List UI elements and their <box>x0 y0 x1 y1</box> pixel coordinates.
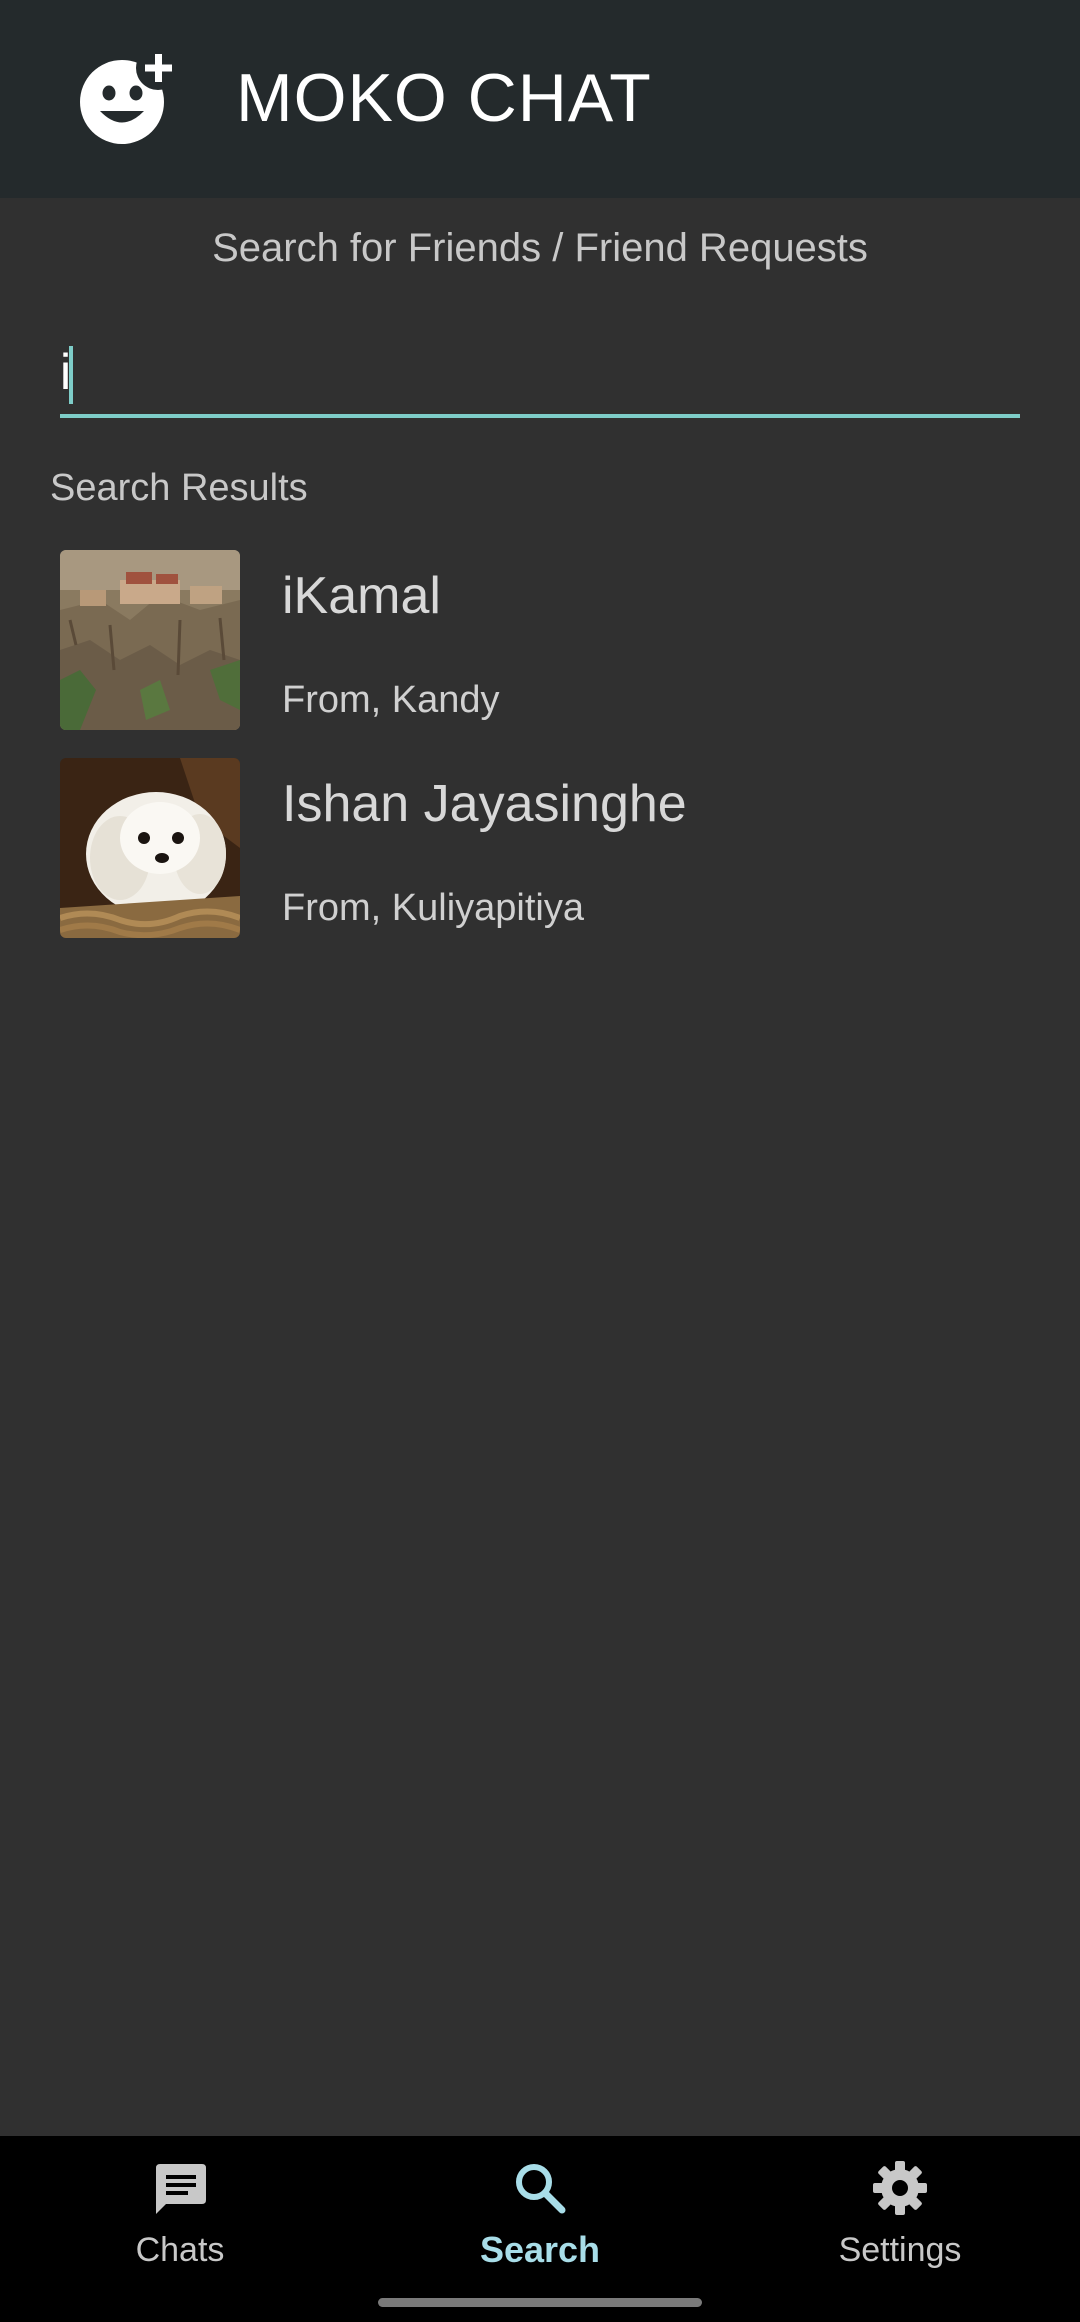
avatar[interactable] <box>60 758 240 938</box>
nav-label-settings: Settings <box>838 2231 962 2269</box>
result-location: From, Kandy <box>282 679 500 721</box>
app-screen: MOKO CHAT Search for Friends / Friend Re… <box>0 0 1080 2322</box>
nav-item-search[interactable]: Search <box>360 2136 720 2306</box>
search-field[interactable] <box>60 330 1020 420</box>
search-result-item[interactable]: iKamal From, Kandy <box>0 548 1080 738</box>
search-result-item[interactable]: Ishan Jayasinghe From, Kuliyapitiya <box>0 756 1080 946</box>
search-results-label: Search Results <box>50 467 308 509</box>
chat-icon <box>156 2164 206 2214</box>
nav-label-chats: Chats <box>135 2231 225 2269</box>
nav-item-chats[interactable]: Chats <box>0 2136 360 2306</box>
search-subtitle: Search for Friends / Friend Requests <box>212 226 868 270</box>
result-location: From, Kuliyapitiya <box>282 887 584 929</box>
search-icon <box>516 2164 566 2214</box>
bottom-navigation: Chats Search Settings <box>0 2136 1080 2322</box>
gear-icon <box>873 2161 927 2215</box>
add-reaction-icon <box>80 52 180 144</box>
search-underline <box>60 414 1020 418</box>
nav-item-settings[interactable]: Settings <box>720 2136 1080 2306</box>
text-cursor <box>69 346 73 404</box>
result-name: iKamal <box>282 567 441 625</box>
avatar[interactable] <box>60 550 240 730</box>
search-input[interactable] <box>60 330 1020 414</box>
app-title: MOKO CHAT <box>236 60 652 136</box>
app-bar: MOKO CHAT <box>0 0 1080 198</box>
home-indicator[interactable] <box>378 2298 702 2307</box>
nav-label-search: Search <box>479 2229 601 2270</box>
result-name: Ishan Jayasinghe <box>282 775 687 833</box>
